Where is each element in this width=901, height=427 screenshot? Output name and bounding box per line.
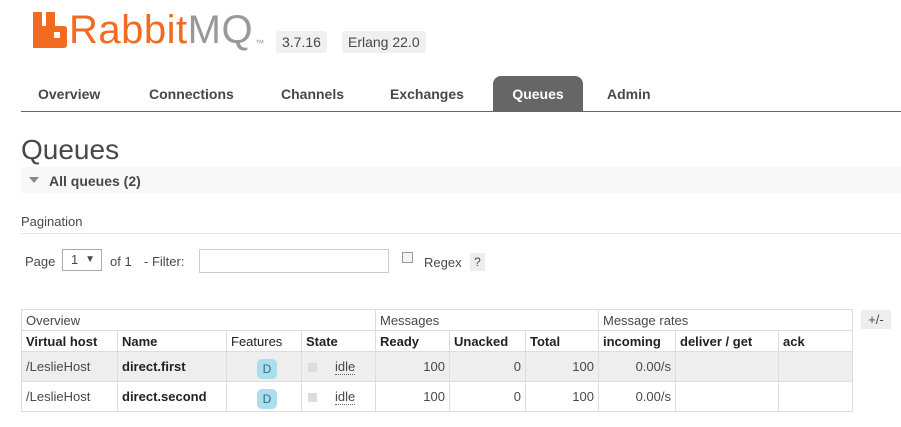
ack-cell: [778, 381, 853, 412]
filter-label: - Filter:: [144, 254, 185, 269]
deliver-get-cell: [675, 351, 779, 382]
col-state[interactable]: State: [301, 330, 376, 352]
deliver-get-cell: [675, 381, 779, 412]
main-nav-tabs: Overview Connections Channels Exchanges …: [21, 76, 901, 112]
section-label: All queues (2): [49, 173, 141, 189]
durable-badge: D: [257, 388, 277, 409]
group-header-row: Overview Messages Message rates: [21, 309, 853, 331]
ready-cell: 100: [375, 381, 450, 412]
table-row: /LeslieHost direct.second D idle 100 0 1…: [21, 381, 853, 412]
version-badge: 3.7.16: [276, 31, 327, 53]
dropdown-arrow-icon: ▼: [85, 254, 95, 265]
col-virtual-host[interactable]: Virtual host: [21, 330, 118, 352]
regex-checkbox[interactable]: [402, 252, 413, 263]
tab-overview[interactable]: Overview: [38, 76, 100, 111]
vhost-cell: /LeslieHost: [21, 351, 118, 382]
rabbitmq-logo[interactable]: RabbitMQ ™: [33, 8, 265, 52]
col-ack[interactable]: ack: [778, 330, 853, 352]
all-queues-section-toggle[interactable]: All queues (2): [21, 167, 901, 193]
tab-admin[interactable]: Admin: [607, 76, 651, 111]
col-incoming[interactable]: incoming: [598, 330, 676, 352]
queues-table: Overview Messages Message rates Virtual …: [21, 309, 853, 412]
pagination-heading: Pagination: [21, 214, 83, 229]
vhost-cell: /LeslieHost: [21, 381, 118, 412]
column-toggle-button[interactable]: +/-: [861, 310, 891, 329]
state-indicator-icon: [308, 393, 317, 403]
logo-trademark: ™: [255, 38, 265, 48]
group-header-messages: Messages: [375, 309, 599, 331]
group-header-message-rates: Message rates: [598, 309, 853, 331]
tab-connections[interactable]: Connections: [149, 76, 234, 111]
features-cell: D: [226, 351, 302, 382]
state-indicator-icon: [308, 363, 317, 373]
col-features: Features: [226, 330, 302, 352]
total-cell: 100: [525, 381, 599, 412]
page-count-label: of 1: [110, 254, 132, 269]
unacked-cell: 0: [449, 381, 526, 412]
queue-name-link[interactable]: direct.second: [117, 381, 227, 412]
incoming-cell: 0.00/s: [598, 351, 676, 382]
tab-queues[interactable]: Queues: [493, 76, 583, 111]
erlang-version-badge: Erlang 22.0: [342, 31, 426, 53]
rabbitmq-logo-icon: [33, 12, 67, 48]
page-title: Queues: [21, 134, 120, 165]
divider: [21, 233, 901, 234]
ack-cell: [778, 351, 853, 382]
state-cell: idle: [301, 351, 376, 382]
ready-cell: 100: [375, 351, 450, 382]
total-cell: 100: [525, 351, 599, 382]
col-total[interactable]: Total: [525, 330, 599, 352]
unacked-cell: 0: [449, 351, 526, 382]
regex-label: Regex: [424, 255, 462, 270]
page-label: Page: [25, 254, 56, 269]
col-name[interactable]: Name: [117, 330, 227, 352]
regex-help-button[interactable]: ?: [470, 253, 485, 271]
col-deliver-get[interactable]: deliver / get: [675, 330, 779, 352]
queue-name-link[interactable]: direct.first: [117, 351, 227, 382]
state-text: idle: [335, 389, 356, 405]
column-header-row: Virtual host Name Features State Ready U…: [21, 330, 853, 352]
logo-text: RabbitMQ: [69, 8, 254, 52]
col-ready[interactable]: Ready: [375, 330, 450, 352]
durable-badge: D: [257, 358, 277, 379]
col-unacked[interactable]: Unacked: [449, 330, 526, 352]
table-row: /LeslieHost direct.first D idle 100 0 10…: [21, 351, 853, 382]
group-header-overview: Overview: [21, 309, 376, 331]
features-cell: D: [226, 381, 302, 412]
page-select[interactable]: 1 ▼: [62, 249, 102, 271]
tab-exchanges[interactable]: Exchanges: [390, 76, 464, 111]
incoming-cell: 0.00/s: [598, 381, 676, 412]
tab-channels[interactable]: Channels: [281, 76, 344, 111]
filter-input[interactable]: [199, 249, 389, 273]
collapse-triangle-icon: [29, 177, 39, 183]
state-cell: idle: [301, 381, 376, 412]
state-text: idle: [335, 359, 356, 375]
